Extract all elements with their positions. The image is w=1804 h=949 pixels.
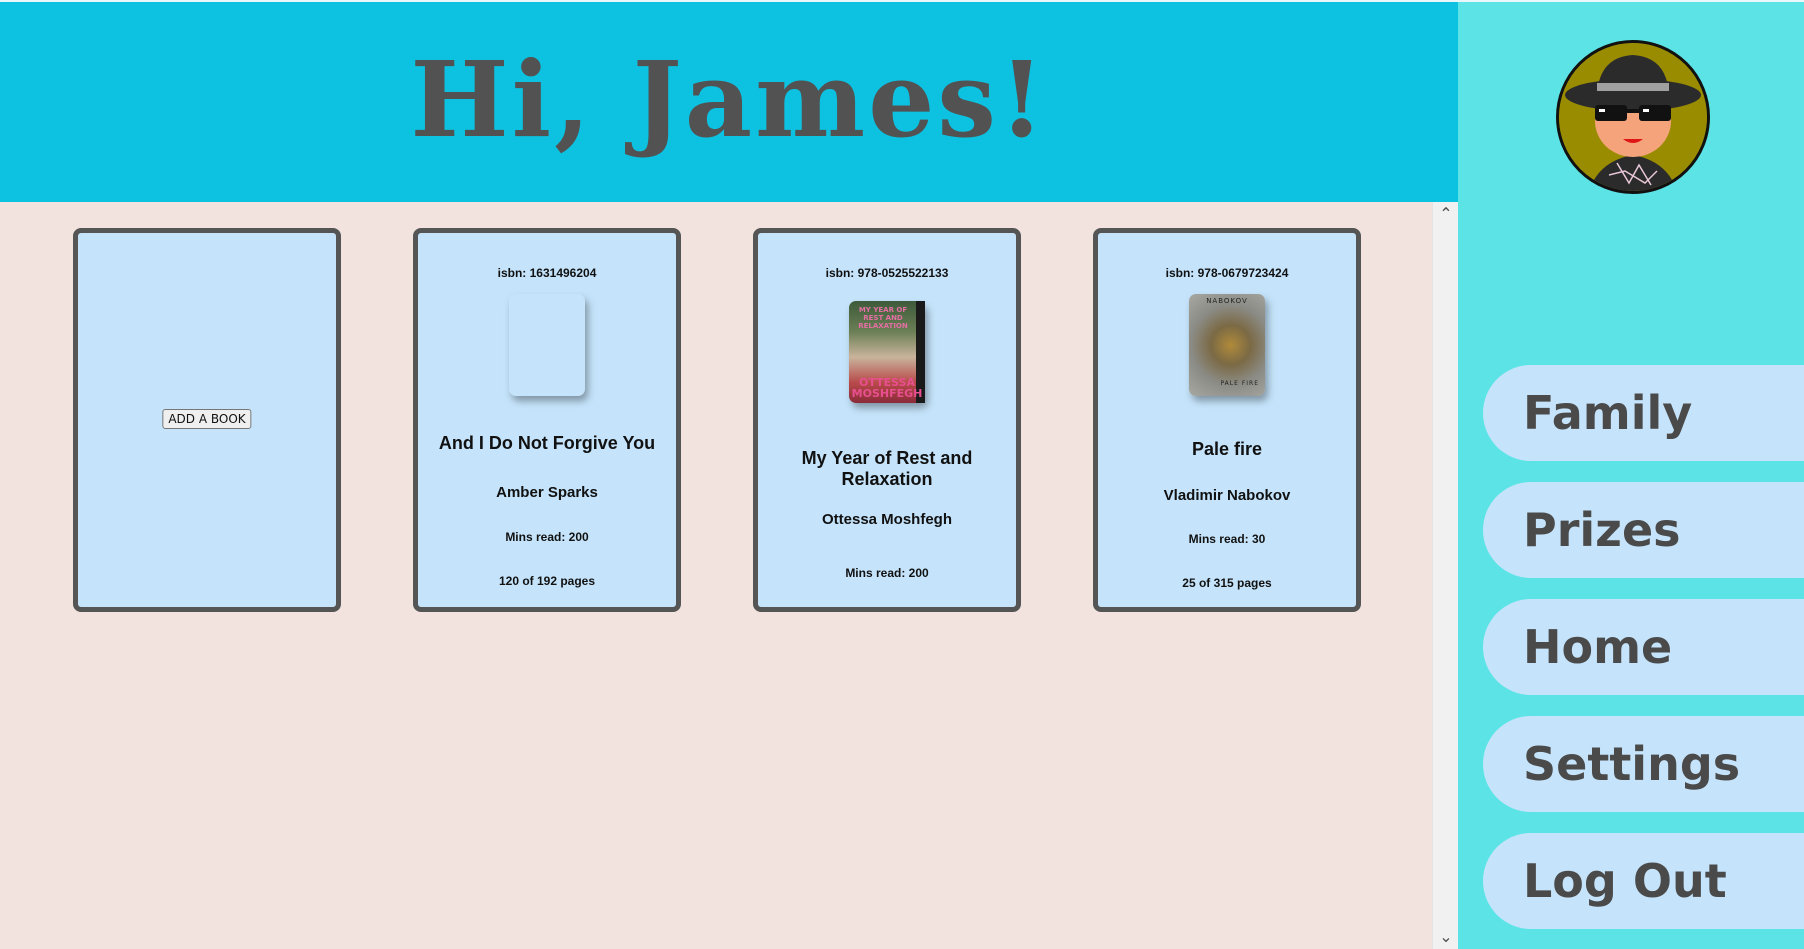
book-card[interactable]: isbn: 978-0679723424 NABOKOV PALE FIRE P… <box>1093 228 1361 612</box>
book-cover-image: MY YEAR OF REST AND RELAXATION OTTESSA M… <box>849 301 925 403</box>
add-book-card: ADD A BOOK <box>73 228 341 612</box>
greeting-title: Hi, James! <box>410 38 1048 161</box>
cover-author-text: NABOKOV <box>1206 297 1248 305</box>
nav-home[interactable]: Home <box>1483 599 1804 695</box>
scrollbar[interactable]: ⌃ ⌄ <box>1432 202 1458 949</box>
book-title: My Year of Rest and Relaxation <box>801 448 973 489</box>
book-mins-read: Mins read: 200 <box>845 566 929 580</box>
book-card[interactable]: isbn: 978-0525522133 MY YEAR OF REST AND… <box>753 228 1021 612</box>
book-author: Amber Sparks <box>496 484 598 501</box>
sidebar: Family Prizes Home Settings Log Out <box>1458 0 1804 949</box>
scroll-down-arrow-icon[interactable]: ⌄ <box>1433 927 1459 947</box>
header-banner: Hi, James! <box>0 0 1458 202</box>
cover-title-text: PALE FIRE <box>1220 380 1259 387</box>
nav-family[interactable]: Family <box>1483 365 1804 461</box>
book-title: Pale fire <box>1191 439 1263 459</box>
book-cover-image: NABOKOV PALE FIRE <box>1189 294 1265 396</box>
book-pages-progress: 25 of 315 pages <box>1182 576 1272 590</box>
book-mins-read: Mins read: 30 <box>1188 532 1266 546</box>
book-card[interactable]: isbn: 1631496204 And I Do Not Forgive Yo… <box>413 228 681 612</box>
book-title: And I Do Not Forgive You <box>438 433 656 453</box>
cover-title-text: MY YEAR OF REST AND RELAXATION <box>858 306 908 330</box>
book-pages-progress: 120 of 192 pages <box>498 574 596 588</box>
nav-settings[interactable]: Settings <box>1483 716 1804 812</box>
nav-prizes[interactable]: Prizes <box>1483 482 1804 578</box>
book-isbn: isbn: 1631496204 <box>497 266 597 280</box>
book-cover-placeholder <box>509 294 585 396</box>
cover-author-text: OTTESSA MOSHFEGH <box>851 376 923 400</box>
book-isbn: isbn: 978-0679723424 <box>1165 266 1289 280</box>
add-book-button[interactable]: ADD A BOOK <box>162 409 252 429</box>
book-author: Ottessa Moshfegh <box>821 511 953 528</box>
scroll-up-arrow-icon[interactable]: ⌃ <box>1433 204 1459 224</box>
nav-log-out[interactable]: Log Out <box>1483 833 1804 929</box>
book-mins-read: Mins read: 200 <box>505 530 589 544</box>
book-isbn: isbn: 978-0525522133 <box>825 266 949 280</box>
book-author: Vladimir Nabokov <box>1163 487 1291 504</box>
spy-avatar-icon[interactable] <box>1556 40 1710 194</box>
